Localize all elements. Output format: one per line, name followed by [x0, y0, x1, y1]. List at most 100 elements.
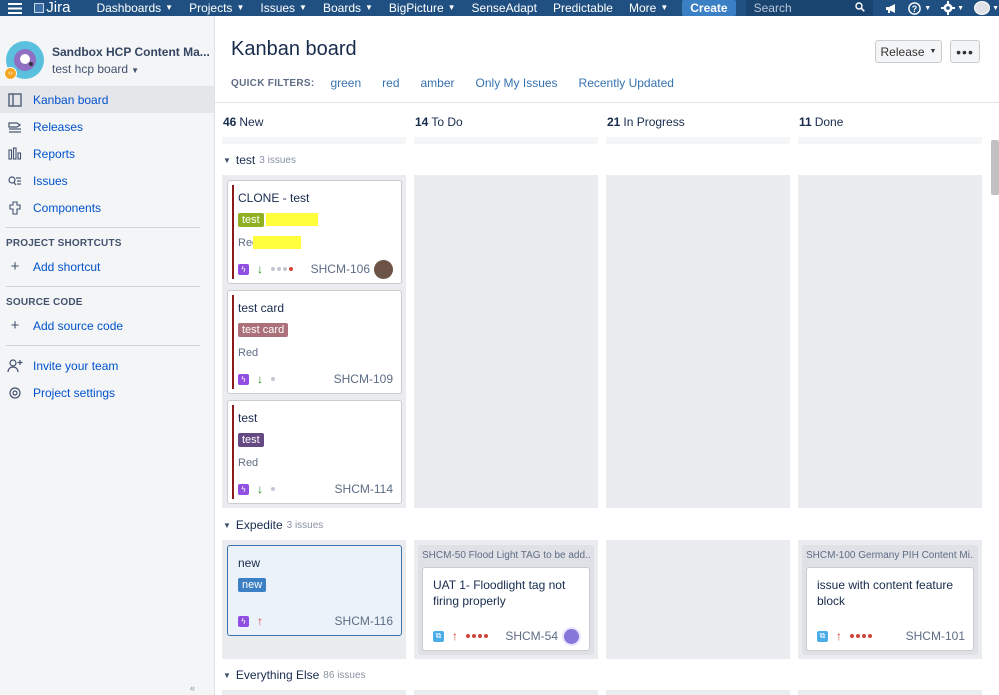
chevron-down-icon: ▼ — [223, 155, 231, 165]
sidebar-item-reports[interactable]: Reports — [0, 140, 214, 167]
column-cell — [798, 690, 982, 695]
card-color-bar — [232, 295, 234, 389]
card-field: Red — [238, 347, 259, 359]
releases-icon — [6, 119, 24, 135]
priority-high-icon: ↑ — [257, 614, 263, 628]
caret-down-icon: ▼ — [992, 4, 999, 12]
column-cell — [414, 690, 598, 695]
quick-filters-label: QUICK FILTERS: — [231, 77, 315, 89]
filter-recently-updated[interactable]: Recently Updated — [579, 76, 674, 90]
issues-icon — [6, 173, 24, 189]
priority-high-icon: ↑ — [452, 629, 458, 643]
scrollbar[interactable] — [991, 140, 999, 195]
epic-label: test — [238, 433, 264, 447]
nav-more[interactable]: More ▼ — [621, 0, 676, 16]
card-summary: test card — [238, 301, 285, 315]
column-cell — [414, 175, 598, 508]
top-navigation: Jira Dashboards ▼ Projects ▼ Issues ▼ Board… — [0, 0, 999, 16]
sidebar-item-components[interactable]: Components — [0, 194, 214, 221]
issue-card[interactable]: issue with content feature block ⧉ ↑ SHCM… — [806, 567, 974, 651]
sandbox-badge-icon: ‹› — [4, 67, 17, 80]
nav-senseadapt[interactable]: SenseAdapt — [464, 0, 545, 16]
caret-down-icon: ▼ — [957, 4, 965, 12]
highlight-mark — [266, 213, 318, 226]
filter-red[interactable]: red — [382, 76, 399, 90]
more-actions-button[interactable]: ••• — [950, 40, 980, 63]
help-icon[interactable]: ? ▼ — [908, 1, 932, 15]
issue-key[interactable]: SHCM-106 — [311, 262, 370, 276]
search-input[interactable]: Search — [745, 0, 874, 16]
jira-logo[interactable]: Jira — [34, 0, 70, 16]
megaphone-icon[interactable] — [885, 3, 898, 14]
column-cell — [606, 175, 790, 508]
nav-projects[interactable]: Projects ▼ — [181, 0, 252, 16]
create-button[interactable]: Create — [682, 0, 736, 16]
filter-green[interactable]: green — [330, 76, 361, 90]
estimate-dots — [271, 377, 275, 381]
column-cell — [798, 175, 982, 508]
issue-key[interactable]: SHCM-109 — [334, 372, 393, 386]
assignee-avatar[interactable] — [562, 626, 581, 646]
estimate-dots — [466, 634, 488, 638]
issue-key[interactable]: SHCM-101 — [906, 629, 965, 643]
column-bar — [222, 137, 406, 144]
sidebar-item-issues[interactable]: Issues — [0, 167, 214, 194]
swimlane-everything-else[interactable]: ▼ Everything Else 86 issues — [223, 668, 366, 682]
project-name[interactable]: Sandbox HCP Content Ma... — [52, 45, 210, 59]
nav-predictable[interactable]: Predictable — [545, 0, 621, 16]
issue-key[interactable]: SHCM-114 — [335, 482, 393, 496]
issue-card[interactable]: new new ϟ ↑ SHCM-116 — [227, 545, 402, 636]
sidebar: ‹› Sandbox HCP Content Ma... test hcp bo… — [0, 16, 215, 695]
parent-issue-title[interactable]: SHCM-50 Flood Light TAG to be add... — [422, 550, 590, 561]
caret-down-icon: ▼ — [131, 65, 139, 75]
filter-amber[interactable]: amber — [421, 76, 455, 90]
divider — [215, 102, 999, 103]
card-summary: test — [238, 411, 258, 425]
column-bar — [606, 137, 790, 144]
card-summary: new — [238, 556, 261, 570]
issue-card[interactable]: test card test card Red ϟ ↓ SHCM-109 — [227, 290, 402, 394]
sidebar-item-releases[interactable]: Releases — [0, 113, 214, 140]
board-selector[interactable]: test hcp board ▼ — [52, 62, 210, 76]
nav-issues[interactable]: Issues ▼ — [252, 0, 315, 16]
user-avatar[interactable]: ▼ — [974, 1, 999, 15]
card-color-bar — [232, 405, 234, 499]
release-button[interactable]: Release ▼ — [875, 40, 942, 63]
filter-only-my-issues[interactable]: Only My Issues — [476, 76, 558, 90]
estimate-dots — [850, 634, 872, 638]
project-avatar[interactable]: ‹› — [4, 41, 44, 80]
subtask-icon: ⧉ — [817, 630, 828, 642]
issue-key[interactable]: SHCM-116 — [335, 614, 393, 628]
issue-card[interactable]: CLONE - test test Red ϟ ↓ SHCM-106 — [227, 180, 402, 284]
parent-issue-title[interactable]: SHCM-100 Germany PIH Content Mi... — [806, 550, 974, 561]
caret-down-icon: ▼ — [236, 3, 245, 12]
gear-icon[interactable]: ▼ — [941, 1, 964, 15]
menu-icon[interactable] — [0, 0, 30, 16]
issue-card[interactable]: UAT 1- Floodlight tag not firing properly… — [422, 567, 590, 651]
issue-type-icon: ϟ — [238, 373, 249, 385]
add-source-code-link[interactable]: + Add source code — [0, 312, 214, 339]
components-icon — [6, 200, 24, 216]
epic-label: test card — [238, 323, 289, 337]
swimlane-expedite[interactable]: ▼ Expedite 3 issues — [223, 518, 323, 532]
source-code-heading: SOURCE CODE — [6, 297, 83, 308]
add-shortcut-link[interactable]: + Add shortcut — [0, 253, 214, 280]
nav-boards[interactable]: Boards ▼ — [315, 0, 381, 16]
column-cell — [606, 540, 790, 659]
column-bar — [414, 137, 598, 144]
issue-type-icon: ϟ — [238, 263, 249, 275]
assignee-avatar[interactable] — [374, 259, 393, 279]
project-shortcuts-heading: PROJECT SHORTCUTS — [6, 238, 122, 249]
sidebar-item-kanban-board[interactable]: Kanban board — [0, 86, 214, 113]
nav-dashboards[interactable]: Dashboards ▼ — [88, 0, 181, 16]
issue-key[interactable]: SHCM-54 — [505, 629, 558, 643]
nav-bigpicture[interactable]: BigPicture ▼ — [381, 0, 464, 16]
parent-group: SHCM-50 Flood Light TAG to be add... UAT… — [418, 545, 594, 655]
caret-down-icon: ▼ — [365, 3, 373, 12]
collapse-sidebar-icon[interactable]: « — [190, 683, 195, 693]
caret-down-icon: ▼ — [924, 4, 932, 12]
swimlane-test[interactable]: ▼ test 3 issues — [223, 153, 296, 167]
project-settings-link[interactable]: Project settings — [0, 379, 214, 406]
invite-team-link[interactable]: Invite your team — [0, 352, 214, 379]
issue-card[interactable]: test test Red ϟ ↓ SHCM-114 — [227, 400, 402, 504]
